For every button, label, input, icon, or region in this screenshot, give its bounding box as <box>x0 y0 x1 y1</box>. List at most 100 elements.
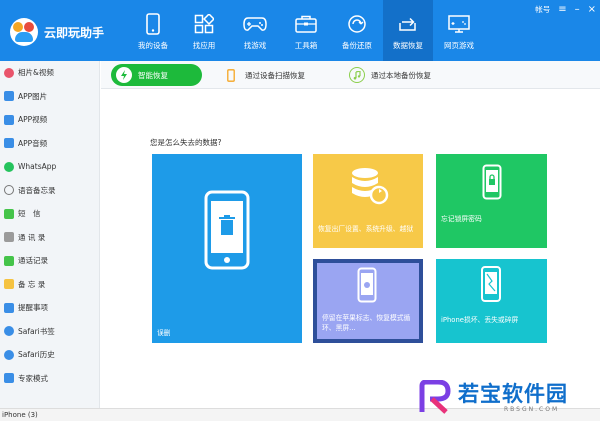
sidebar-item-whatsapp[interactable]: WhatsApp <box>0 155 99 179</box>
tab-label: 通过设备扫描恢复 <box>245 70 305 80</box>
message-icon <box>4 208 14 219</box>
sidebar-item-label: 专家模式 <box>18 373 48 383</box>
nav-find-apps[interactable]: 找应用 <box>179 0 229 61</box>
watermark-logo-icon <box>418 379 452 414</box>
sidebar-item-label: Safari历史 <box>18 350 55 360</box>
sidebar-item-label: 通话记录 <box>18 256 48 266</box>
sidebar-item-app-audio[interactable]: APP音频 <box>0 132 99 156</box>
recover-icon <box>396 12 420 36</box>
question-heading: 您是怎么失去的数据? <box>150 138 222 147</box>
nav-toolbox[interactable]: 工具箱 <box>281 0 331 61</box>
sidebar-item-label: 备 忘 录 <box>18 279 46 289</box>
sidebar: 相片&视频 APP图片 APP视频 APP音频 WhatsApp 语音备忘录 短… <box>0 61 100 408</box>
tab-smart-recovery[interactable]: 智能恢复 <box>111 64 202 86</box>
expert-mode-icon <box>4 373 14 384</box>
nav-my-device[interactable]: 我的设备 <box>128 0 178 61</box>
watermark-subtext: RBSGN.COM <box>504 406 560 413</box>
sidebar-item-label: 短 信 <box>18 209 41 219</box>
tab-label: 通过本地备份恢复 <box>371 70 431 80</box>
photos-icon <box>4 67 14 78</box>
sidebar-item-call-log[interactable]: 通话记录 <box>0 249 99 273</box>
apple-phone-icon <box>357 267 377 303</box>
app-audio-icon <box>4 138 14 149</box>
app-images-icon <box>4 91 14 102</box>
tile-text: 忘记锁屏密码 <box>441 215 482 223</box>
nav-label: 我的设备 <box>138 41 168 50</box>
sidebar-item-label: APP视频 <box>18 115 48 125</box>
account-link[interactable]: 帐号 <box>535 4 550 15</box>
menu-icon[interactable]: ≡ <box>558 4 566 15</box>
watermark: 若宝软件园 RBSGN.COM <box>414 376 600 416</box>
sidebar-item-label: 通 讯 录 <box>18 232 46 242</box>
window-controls: 帐号 ≡ – × <box>535 4 596 15</box>
locked-phone-icon <box>482 164 502 200</box>
phone-call-icon <box>4 255 14 266</box>
sidebar-item-label: 语音备忘录 <box>18 185 56 195</box>
sidebar-item-sms[interactable]: 短 信 <box>0 202 99 226</box>
nav-label: 工具箱 <box>294 41 318 50</box>
tab-local-backup[interactable]: 通过本地备份恢复 <box>349 64 431 86</box>
tile-text: 误删 <box>157 329 171 337</box>
nav-backup-restore[interactable]: 备份还原 <box>332 0 382 61</box>
sidebar-item-safari-history[interactable]: Safari历史 <box>0 343 99 367</box>
nav-label: 数据恢复 <box>393 41 423 50</box>
app-logo <box>10 18 38 46</box>
sidebar-item-app-videos[interactable]: APP视频 <box>0 108 99 132</box>
lightning-icon <box>116 67 132 83</box>
trash-phone-icon <box>204 190 250 270</box>
reminders-icon <box>4 302 14 313</box>
top-nav: 我的设备 找应用 找游戏 工具箱 备份还原 数据恢复 网页游戏 <box>128 0 485 61</box>
backup-icon <box>345 12 369 36</box>
nav-data-recovery[interactable]: 数据恢复 <box>383 0 433 61</box>
watermark-text: 若宝软件园 <box>458 382 568 406</box>
sidebar-item-photos[interactable]: 相片&视频 <box>0 61 99 85</box>
sidebar-item-label: Safari书签 <box>18 326 55 336</box>
app-header: 云即玩助手 我的设备 找应用 找游戏 工具箱 备份还原 数据恢复 网页游戏 帐号… <box>0 0 600 61</box>
recovery-mode-tabs: 智能恢复 通过设备扫描恢复 通过本地备份恢复 <box>101 61 600 89</box>
database-refresh-icon <box>349 166 389 206</box>
tile-factory-reset[interactable]: 恢复出厂设置、系统升级、越狱 <box>313 154 423 248</box>
nav-label: 网页游戏 <box>444 41 474 50</box>
toolbox-icon <box>294 12 318 36</box>
tile-text: 恢复出厂设置、系统升级、越狱 <box>318 225 414 233</box>
sidebar-item-contacts[interactable]: 通 讯 录 <box>0 226 99 250</box>
sidebar-item-reminders[interactable]: 提醒事项 <box>0 296 99 320</box>
music-note-icon <box>349 67 365 83</box>
tile-accidental-delete[interactable]: 误删 <box>152 154 302 343</box>
gamepad-icon <box>243 12 267 36</box>
sidebar-item-safari-bookmarks[interactable]: Safari书签 <box>0 320 99 344</box>
sidebar-item-label: APP音频 <box>18 138 48 148</box>
safari-icon <box>4 349 14 360</box>
phone-icon <box>223 67 239 83</box>
tile-text: 停留在苹果标志、恢复模式循环、黑屏... <box>322 314 411 332</box>
sidebar-item-label: 提醒事项 <box>18 303 48 313</box>
sidebar-item-label: 相片&视频 <box>18 68 54 78</box>
broken-phone-icon <box>480 265 502 303</box>
tab-label: 智能恢复 <box>138 70 168 80</box>
contacts-icon <box>4 232 14 243</box>
app-title: 云即玩助手 <box>44 26 105 40</box>
device-status: iPhone (3) <box>2 411 38 419</box>
sidebar-item-voice-memos[interactable]: 语音备忘录 <box>0 179 99 203</box>
sidebar-item-label: WhatsApp <box>18 162 57 172</box>
voice-memo-icon <box>4 185 14 196</box>
minimize-icon[interactable]: – <box>575 4 580 15</box>
nav-find-games[interactable]: 找游戏 <box>230 0 280 61</box>
nav-web-games[interactable]: 网页游戏 <box>434 0 484 61</box>
tile-damaged-lost[interactable]: iPhone损坏、丢失或碎屏 <box>436 259 547 343</box>
sidebar-item-notes[interactable]: 备 忘 录 <box>0 273 99 297</box>
sidebar-item-app-images[interactable]: APP图片 <box>0 85 99 109</box>
sidebar-item-expert-mode[interactable]: 专家模式 <box>0 367 99 391</box>
notes-icon <box>4 279 14 290</box>
tile-forgot-passcode[interactable]: 忘记锁屏密码 <box>436 154 547 248</box>
apps-icon <box>192 12 216 36</box>
nav-label: 找游戏 <box>243 41 267 50</box>
nav-label: 备份还原 <box>342 41 372 50</box>
app-videos-icon <box>4 114 14 125</box>
phone-icon <box>141 12 165 36</box>
close-icon[interactable]: × <box>588 4 596 15</box>
safari-icon <box>4 326 14 337</box>
tile-stuck-apple-logo[interactable]: 停留在苹果标志、恢复模式循环、黑屏... <box>313 259 423 343</box>
whatsapp-icon <box>4 161 14 172</box>
tab-device-scan[interactable]: 通过设备扫描恢复 <box>223 64 305 86</box>
